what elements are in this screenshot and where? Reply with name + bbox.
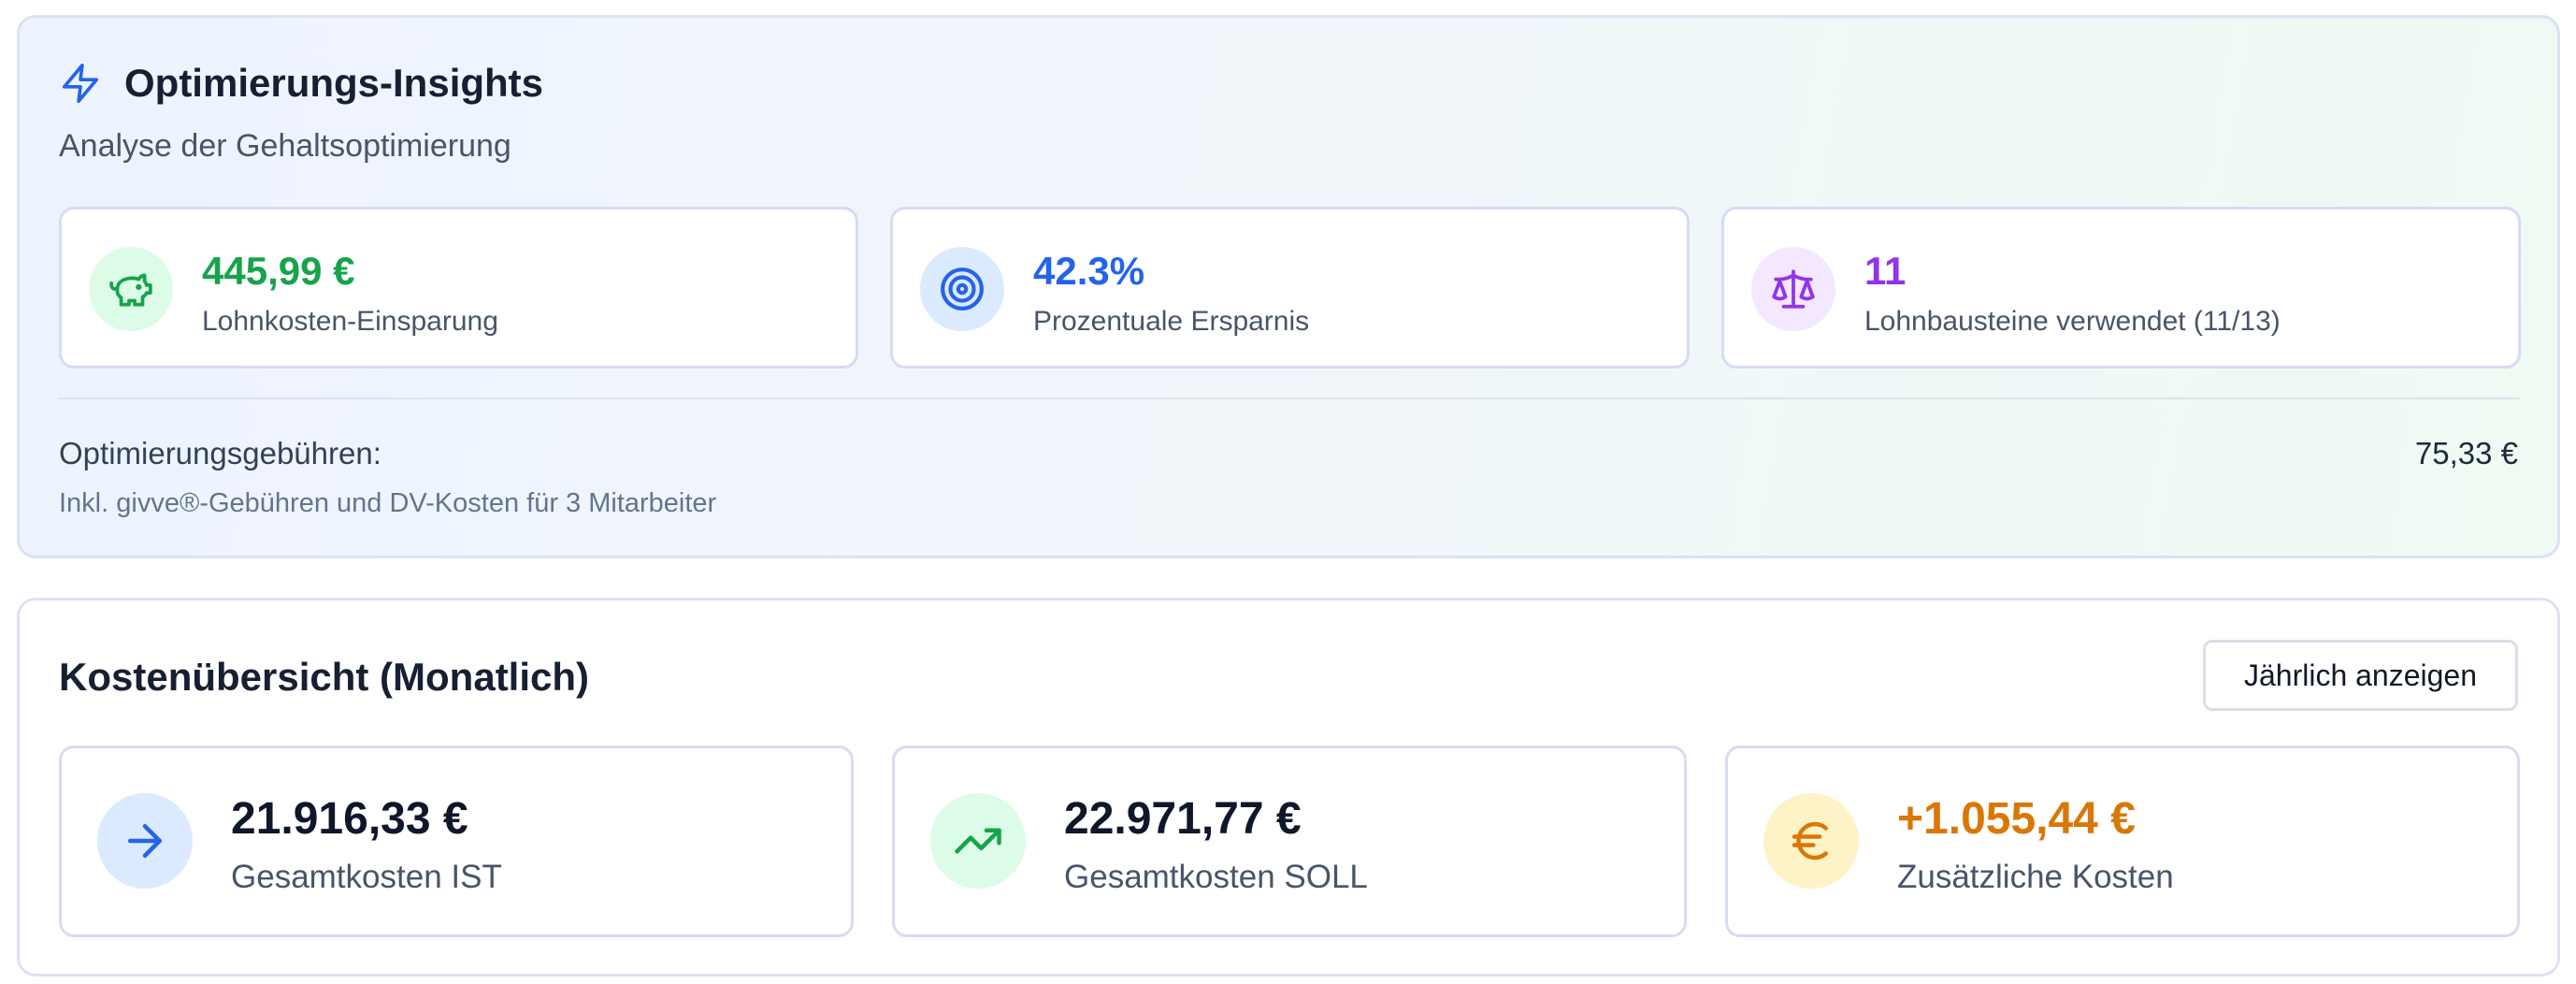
arrow-right-icon [97, 793, 193, 889]
target-icon [920, 247, 1004, 331]
fees-note: Inkl. givve®-Gebühren und DV-Kosten für … [59, 488, 717, 518]
stat-value-savings: 445,99 € [202, 249, 355, 293]
cost-label-target: Gesamtkosten SOLL [1064, 859, 1368, 895]
stat-value-components: 11 [1864, 249, 1907, 293]
insights-subtitle: Analyse der Gehaltsoptimierung [59, 128, 511, 164]
optimization-insights-panel: Optimierungs-Insights Analyse der Gehalt… [17, 15, 2560, 558]
insights-header: Optimierungs-Insights [59, 61, 543, 106]
cost-value-target: 22.971,77 € [1064, 794, 1302, 844]
insights-divider [59, 398, 2520, 399]
euro-icon [1763, 793, 1859, 889]
trending-up-icon [930, 793, 1026, 889]
stat-card-savings: 445,99 € Lohnkosten-Einsparung [59, 207, 858, 369]
insights-title: Optimierungs-Insights [124, 61, 544, 105]
scale-icon [1751, 247, 1835, 331]
cost-value-current: 21.916,33 € [231, 794, 468, 844]
show-yearly-button[interactable]: Jährlich anzeigen [2203, 640, 2518, 711]
stat-card-components: 11 Lohnbausteine verwendet (11/13) [1721, 207, 2521, 369]
stat-label-savings: Lohnkosten-Einsparung [202, 306, 498, 337]
stat-card-percentage: 42.3% Prozentuale Ersparnis [890, 207, 1690, 369]
fees-value: 75,33 € [2414, 436, 2518, 470]
cost-card-current: 21.916,33 € Gesamtkosten IST [59, 745, 854, 937]
cost-card-target: 22.971,77 € Gesamtkosten SOLL [892, 745, 1687, 937]
lightning-bolt-icon [62, 64, 99, 103]
cost-card-additional: +1.055,44 € Zusätzliche Kosten [1725, 745, 2520, 937]
fees-label: Optimierungsgebühren: [59, 436, 381, 470]
stat-label-components: Lohnbausteine verwendet (11/13) [1864, 306, 2281, 337]
stat-label-percentage: Prozentuale Ersparnis [1033, 306, 1310, 337]
cost-overview-panel: Kostenübersicht (Monatlich) Jährlich anz… [17, 598, 2560, 977]
cost-label-current: Gesamtkosten IST [231, 859, 502, 895]
piggy-bank-icon [89, 247, 173, 331]
cost-label-additional: Zusätzliche Kosten [1897, 859, 2174, 895]
cost-value-additional: +1.055,44 € [1897, 794, 2136, 844]
stat-value-percentage: 42.3% [1033, 249, 1145, 293]
cost-overview-title: Kostenübersicht (Monatlich) [59, 655, 590, 699]
